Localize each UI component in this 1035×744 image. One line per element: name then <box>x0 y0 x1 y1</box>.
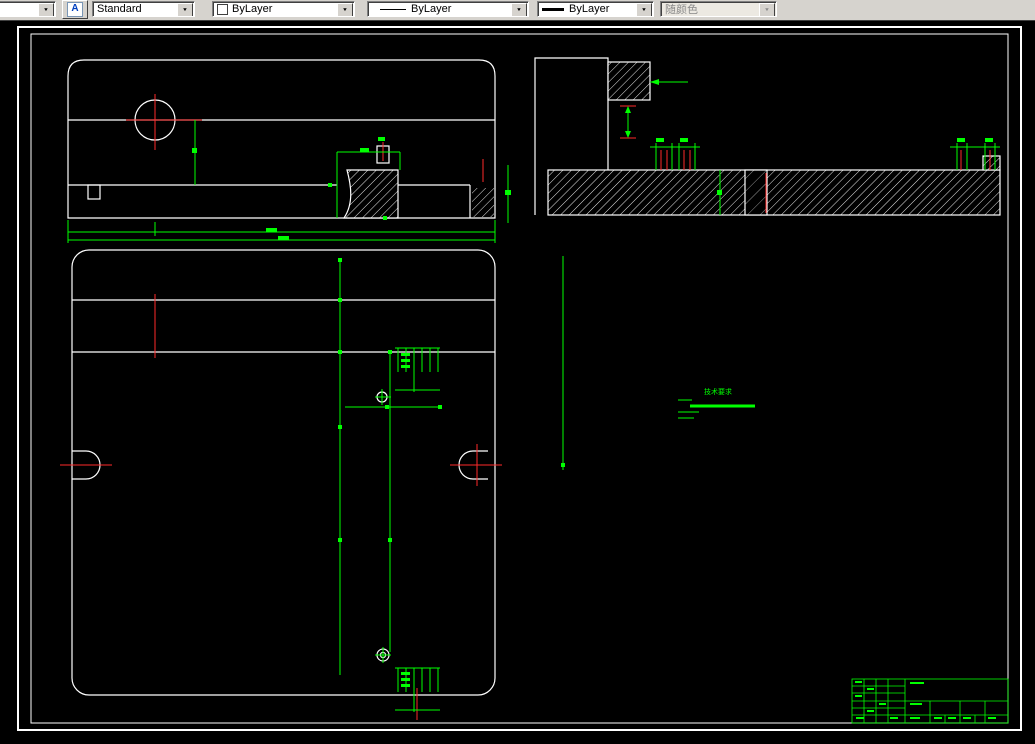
chevron-down-icon[interactable]: ▼ <box>511 3 527 16</box>
chevron-down-icon[interactable]: ▼ <box>636 3 652 16</box>
view-front-outline <box>67 59 496 219</box>
plotstyle-value: 随颜色 <box>665 4 698 16</box>
tech-requirements-lines <box>678 399 755 419</box>
sheet-frame <box>17 26 1022 731</box>
chevron-down-icon: ▼ <box>759 3 775 16</box>
text-style-icon: A <box>67 2 83 17</box>
view-plan-centerlines <box>60 294 502 720</box>
text-style-combo[interactable]: Standard ▼ <box>92 1 195 17</box>
lineweight-preview-icon <box>542 7 564 11</box>
lineweight-combo[interactable]: ByLayer ▼ <box>537 1 654 17</box>
text-style-value: Standard <box>97 3 142 15</box>
plotstyle-combo: 随颜色 ▼ <box>660 1 777 17</box>
color-combo[interactable]: ByLayer ▼ <box>212 1 355 17</box>
color-swatch <box>217 3 228 15</box>
linetype-combo[interactable]: ByLayer ▼ <box>367 1 529 17</box>
properties-toolbar: ▼ A Standard ▼ ByLayer ▼ ByLayer ▼ ByLay… <box>0 0 1035 21</box>
view-section-outline <box>534 57 1001 216</box>
view-plan-dimensions <box>338 256 565 712</box>
view-front-centerlines <box>126 94 484 182</box>
title-block <box>851 678 1009 724</box>
linetype-preview-icon <box>380 8 406 10</box>
chevron-down-icon[interactable]: ▼ <box>337 3 353 16</box>
partial-combo[interactable]: ▼ <box>0 1 56 17</box>
lineweight-value: ByLayer <box>569 3 610 15</box>
tech-requirements-note: 技术要求 <box>678 387 755 419</box>
text-style-button[interactable]: A <box>62 0 88 19</box>
chevron-down-icon[interactable]: ▼ <box>38 3 54 16</box>
chevron-down-icon[interactable]: ▼ <box>177 3 193 16</box>
tech-requirements-title: 技术要求 <box>704 387 732 396</box>
color-value: ByLayer <box>232 3 273 15</box>
view-front-dimensions <box>67 120 511 243</box>
drawing-canvas[interactable]: 技术要求 <box>0 20 1035 744</box>
linetype-value: ByLayer <box>411 3 452 15</box>
model-space-canvas[interactable]: 技术要求 <box>0 20 1035 744</box>
view-plan-outline <box>71 249 496 696</box>
